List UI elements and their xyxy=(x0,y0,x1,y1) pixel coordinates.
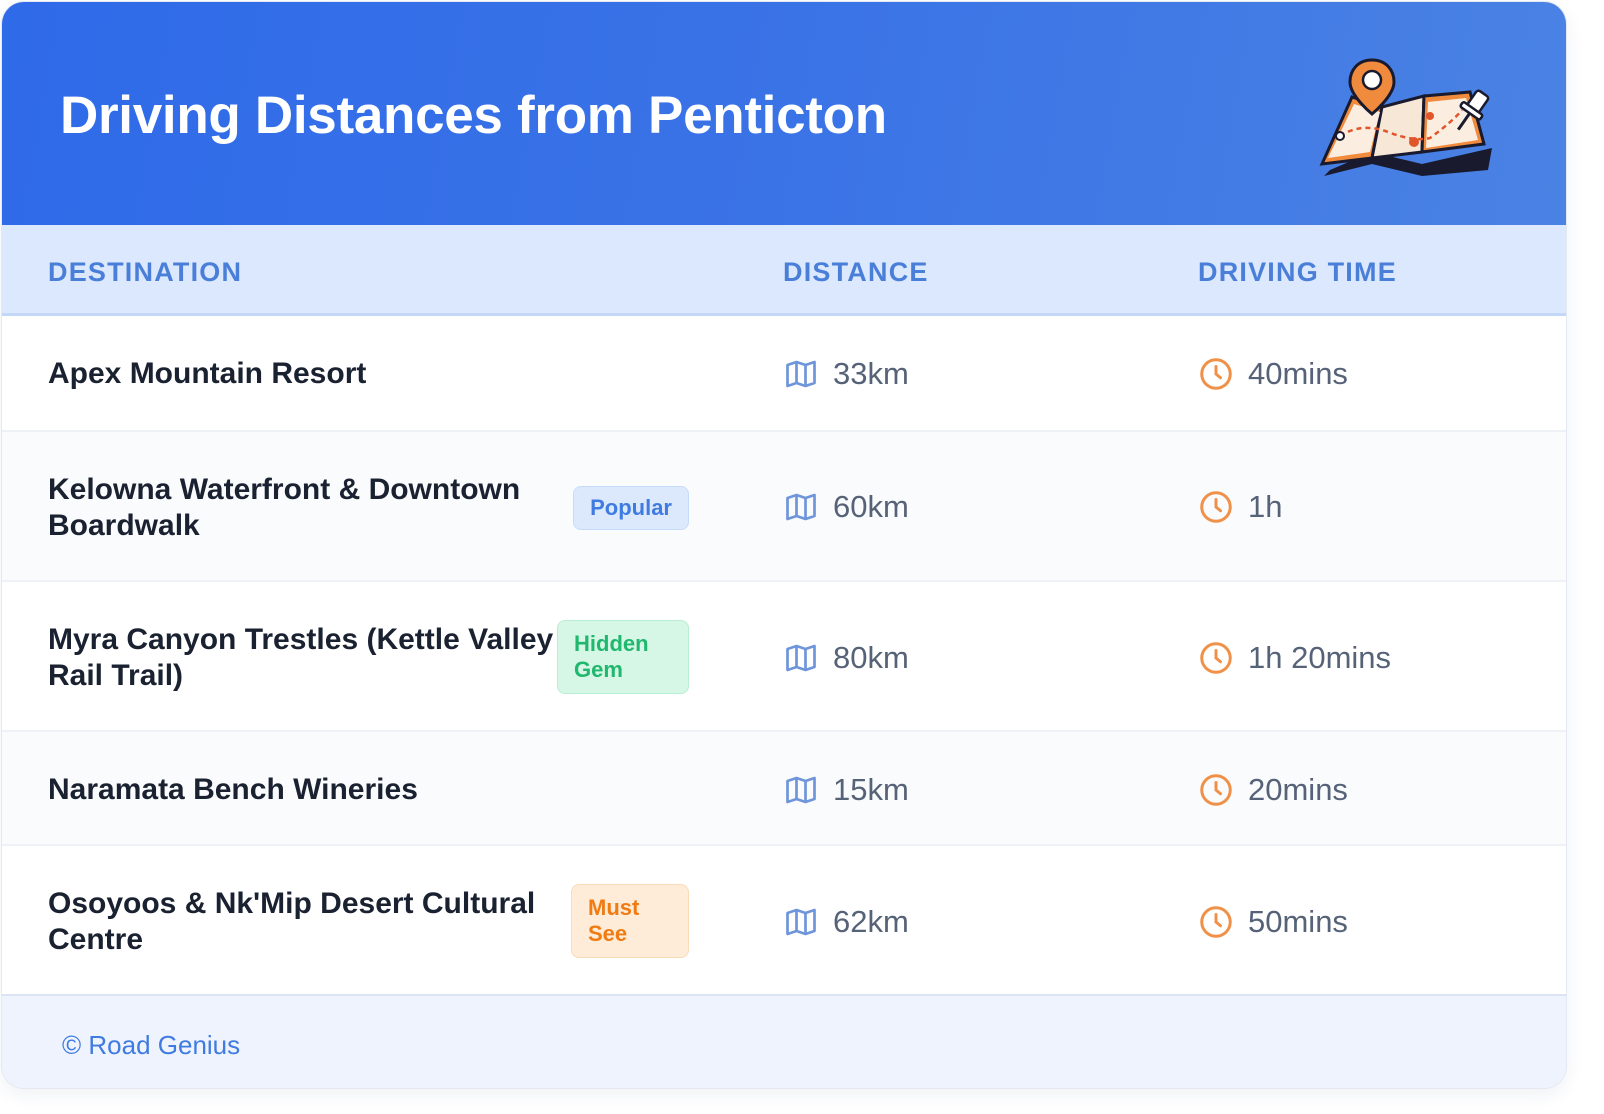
time-cell: 1h xyxy=(1198,489,1282,525)
time-value: 1h xyxy=(1248,489,1283,524)
clock-icon xyxy=(1200,906,1232,938)
badge-popular: Popular xyxy=(573,486,689,530)
map-icon xyxy=(786,908,816,936)
copyright-text: © Road Genius xyxy=(62,1030,241,1060)
clock-icon xyxy=(1200,642,1232,674)
time-value: 1h 20mins xyxy=(1248,640,1392,675)
page-title: Driving Distances from Penticton xyxy=(60,86,887,145)
distance-cell: 80km xyxy=(783,640,909,676)
table-row: Osoyoos & Nk'Mip Desert Cultural Centre … xyxy=(2,846,1566,994)
table-row: Apex Mountain Resort 33km 40mins xyxy=(2,316,1566,432)
column-header-driving-time: DRIVING TIME xyxy=(1198,257,1397,287)
table-header: DESTINATION DISTANCE DRIVING TIME xyxy=(2,225,1566,316)
distance-cell: 33km xyxy=(783,356,909,392)
badge-must-see: Must See xyxy=(571,884,689,958)
destination-name: Naramata Bench Wineries xyxy=(48,773,418,806)
time-value: 20mins xyxy=(1248,772,1348,807)
destination-name: Kelowna Waterfront & Downtown Boardwalk xyxy=(48,473,521,542)
badge-hidden-gem: Hidden Gem xyxy=(557,620,689,694)
clock-icon xyxy=(1200,491,1232,523)
map-icon xyxy=(786,493,816,521)
clock-icon xyxy=(1200,358,1232,390)
distance-value: 62km xyxy=(833,904,909,939)
time-value: 50mins xyxy=(1248,904,1348,939)
column-header-destination: DESTINATION xyxy=(48,257,243,287)
footer: © Road Genius xyxy=(2,994,1566,1088)
time-cell: 40mins xyxy=(1198,356,1348,392)
table-row: Naramata Bench Wineries 15km 20mins xyxy=(2,732,1566,846)
distance-value: 80km xyxy=(833,640,909,675)
time-cell: 20mins xyxy=(1198,772,1348,808)
map-icon xyxy=(786,360,816,388)
time-cell: 50mins xyxy=(1198,904,1348,940)
clock-icon xyxy=(1200,774,1232,806)
distance-cell: 15km xyxy=(783,772,909,808)
distance-cell: 62km xyxy=(783,904,909,940)
map-icon xyxy=(786,644,816,672)
time-value: 40mins xyxy=(1248,356,1348,391)
distance-cell: 60km xyxy=(783,489,909,525)
distance-card: Driving Distances from Penticton DESTINA… xyxy=(2,2,1566,1088)
map-icon xyxy=(786,776,816,804)
header: Driving Distances from Penticton xyxy=(2,2,1566,225)
distance-value: 15km xyxy=(833,772,909,807)
distance-value: 33km xyxy=(833,356,909,391)
destination-name: Apex Mountain Resort xyxy=(48,357,367,390)
map-pin-icon xyxy=(1319,58,1492,176)
table-row: Kelowna Waterfront & Downtown Boardwalk … xyxy=(2,432,1566,582)
destination-name: Myra Canyon Trestles (Kettle Valley Rail… xyxy=(48,623,554,692)
time-cell: 1h 20mins xyxy=(1198,640,1391,676)
destination-name: Osoyoos & Nk'Mip Desert Cultural Centre xyxy=(48,887,536,956)
table-row: Myra Canyon Trestles (Kettle Valley Rail… xyxy=(2,582,1566,732)
column-header-distance: DISTANCE xyxy=(783,257,929,287)
distance-value: 60km xyxy=(833,489,909,524)
